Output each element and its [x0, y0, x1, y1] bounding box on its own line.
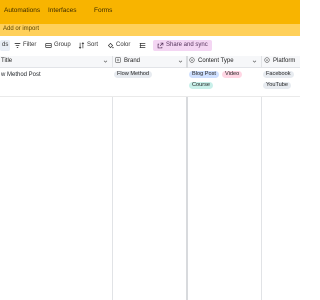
- row-height-button[interactable]: [139, 40, 146, 51]
- share-icon: [157, 42, 164, 49]
- content-type-cell[interactable]: Blog Post Video Course: [189, 68, 259, 96]
- nav-forms[interactable]: Forms: [94, 7, 112, 14]
- column-header-title-label: Title: [1, 58, 13, 64]
- title-value: w Method Post: [1, 72, 41, 78]
- sort-button[interactable]: Sort: [78, 40, 98, 51]
- chevron-down-icon[interactable]: [252, 59, 257, 64]
- title-cell[interactable]: w Method Post: [1, 68, 109, 96]
- platform-cell[interactable]: Facebook YouTube: [263, 68, 300, 96]
- share-and-sync-button[interactable]: Share and sync: [153, 40, 212, 51]
- table-row[interactable]: w Method Post Flow Method Blog Post Vide…: [0, 68, 300, 97]
- column-header-brand[interactable]: Brand: [115, 56, 140, 67]
- brand-linked-record[interactable]: Flow Method: [114, 71, 153, 78]
- color-button[interactable]: Color: [107, 40, 130, 51]
- platform-tag: YouTube: [263, 82, 291, 89]
- column-header-title[interactable]: Title: [1, 56, 12, 67]
- platform-tag: Facebook: [263, 71, 294, 78]
- filter-icon: [14, 42, 21, 49]
- nav-interfaces[interactable]: Interfaces: [48, 7, 77, 14]
- column-header-content-type[interactable]: Content Type: [189, 56, 234, 67]
- add-or-import-bar: Add or import: [0, 24, 300, 36]
- column-header-content-type-label: Content Type: [198, 58, 234, 64]
- linked-record-icon: [115, 57, 121, 63]
- content-type-tag: Course: [189, 82, 214, 89]
- sort-label: Sort: [87, 42, 99, 48]
- multiple-select-icon: [264, 57, 270, 63]
- multiple-select-icon: [189, 57, 195, 63]
- content-type-tag: Blog Post: [189, 71, 219, 78]
- group-icon: [45, 43, 52, 48]
- color-label: Color: [116, 42, 131, 48]
- sort-icon: [78, 42, 85, 49]
- add-or-import-button[interactable]: Add or import: [3, 26, 39, 32]
- filter-button[interactable]: Filter: [14, 40, 36, 51]
- fields-label: ds: [2, 42, 9, 48]
- chevron-down-icon[interactable]: [103, 59, 108, 64]
- brand-cell[interactable]: Flow Method: [114, 68, 184, 96]
- view-toolbar: ds Filter Group Sort Color Share and syn…: [0, 36, 300, 57]
- filter-label: Filter: [23, 42, 37, 48]
- column-header-platform[interactable]: Platform: [264, 56, 295, 67]
- column-header-platform-label: Platform: [273, 58, 296, 64]
- group-label: Group: [54, 42, 71, 48]
- content-type-tag: Video: [222, 71, 243, 78]
- grid-header: Title Brand Content Type Platform: [0, 56, 300, 68]
- top-nav: Automations Interfaces Forms: [0, 0, 300, 24]
- chevron-down-icon[interactable]: [178, 59, 183, 64]
- row-height-icon: [139, 43, 146, 48]
- group-button[interactable]: Group: [45, 40, 71, 51]
- share-and-sync-label: Share and sync: [166, 42, 208, 48]
- fields-button[interactable]: ds: [0, 40, 11, 51]
- column-header-brand-label: Brand: [124, 58, 141, 64]
- nav-automations[interactable]: Automations: [4, 7, 40, 14]
- paint-bucket-icon: [107, 42, 114, 49]
